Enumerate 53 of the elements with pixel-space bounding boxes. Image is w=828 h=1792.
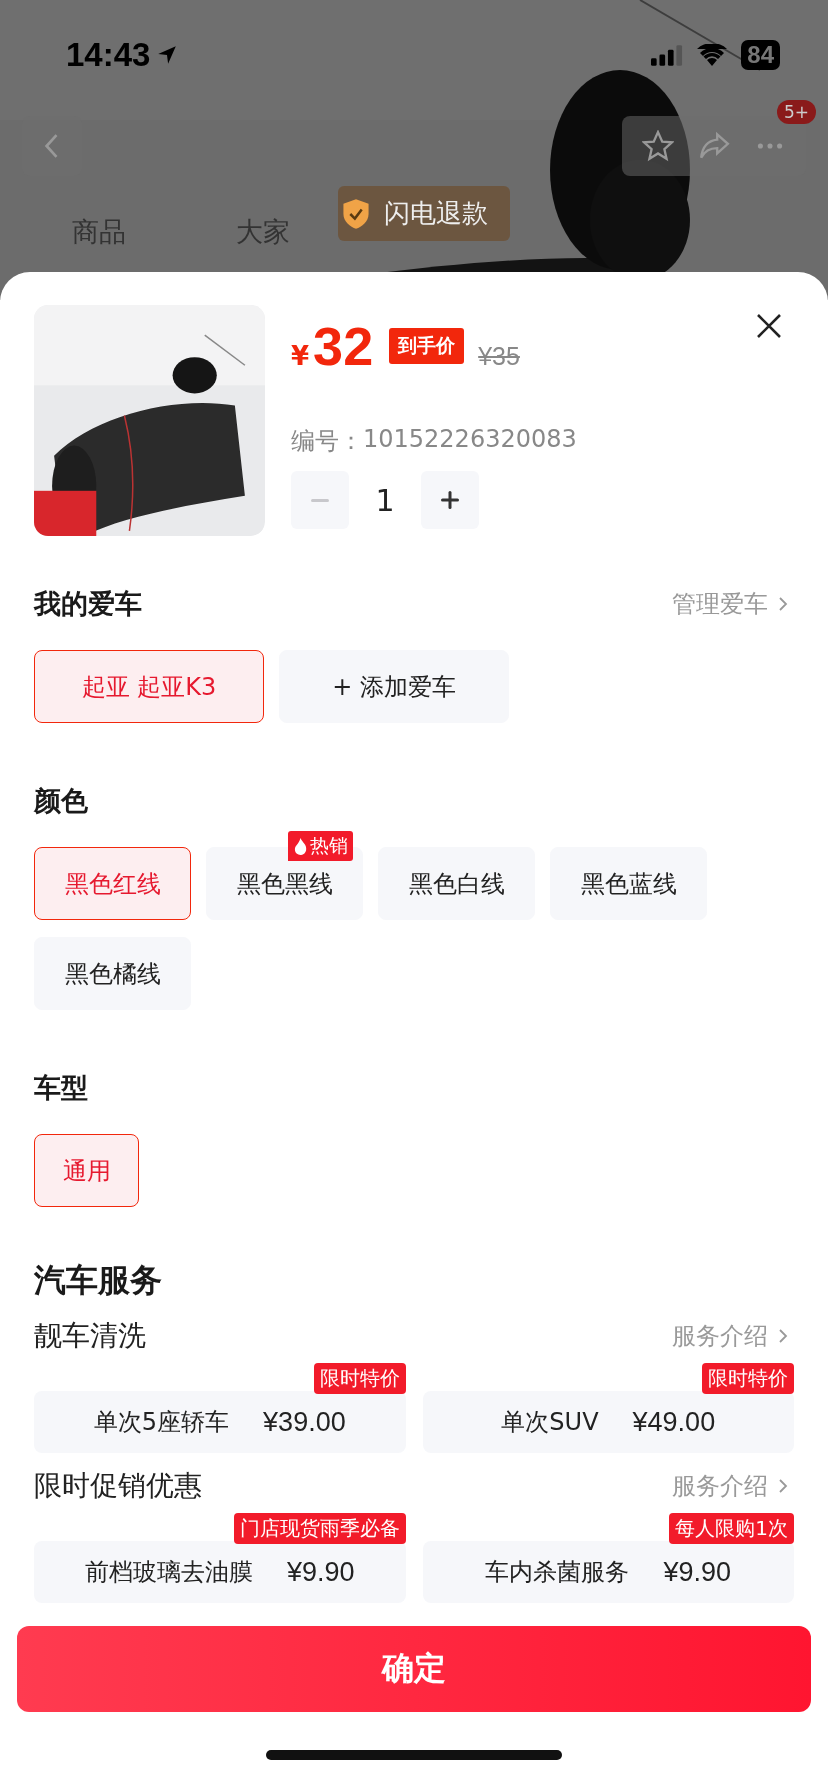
currency-symbol: ¥ xyxy=(291,341,310,371)
price: 32 xyxy=(313,315,374,377)
service-price: ¥9.90 xyxy=(286,1556,355,1588)
service-name: 单次SUV xyxy=(501,1407,599,1438)
close-icon[interactable] xyxy=(756,313,782,339)
color-option[interactable]: 黑色红线 xyxy=(34,847,191,920)
battery-indicator: 84 xyxy=(741,40,780,70)
wifi-icon xyxy=(697,44,728,66)
chevron-right-icon xyxy=(778,1328,788,1344)
service-name: 车内杀菌服务 xyxy=(485,1557,630,1588)
section-title: 我的爱车 xyxy=(34,587,143,621)
section-title: 车型 xyxy=(34,1071,89,1105)
original-price: ¥35 xyxy=(478,342,520,371)
service-name: 单次5座轿车 xyxy=(93,1407,230,1438)
chevron-right-icon xyxy=(778,596,788,612)
service-price: ¥39.00 xyxy=(263,1406,346,1438)
model-option[interactable]: 通用 xyxy=(34,1134,139,1207)
sku-label: 编号： xyxy=(291,426,363,457)
toast-text: 闪电退款 xyxy=(384,197,488,230)
promo-tag: 限时特价 xyxy=(702,1363,794,1394)
service-group-title: 限时促销优惠 xyxy=(34,1468,203,1504)
service-price: ¥49.00 xyxy=(632,1406,716,1438)
color-option[interactable]: 黑色蓝线 xyxy=(550,847,707,920)
shield-check-icon xyxy=(342,197,370,230)
car-option[interactable]: 起亚 起亚K3 xyxy=(34,650,264,723)
promo-tag: 门店现货雨季必备 xyxy=(233,1513,406,1544)
plus-icon xyxy=(440,490,460,510)
sku-number: 10152226320083 xyxy=(363,425,577,455)
section-title: 颜色 xyxy=(34,784,89,818)
service-card[interactable]: 单次5座轿车 ¥39.00 xyxy=(34,1391,406,1453)
section-title: 汽车服务 xyxy=(34,1260,163,1301)
promo-tag: 限时特价 xyxy=(313,1363,406,1394)
location-arrow-icon xyxy=(156,44,179,66)
minus-icon xyxy=(310,498,330,502)
chevron-right-icon xyxy=(778,1478,788,1494)
promo-tag: 每人限购1次 xyxy=(669,1513,794,1544)
service-price: ¥9.90 xyxy=(663,1556,732,1588)
service-card[interactable]: 车内杀菌服务 ¥9.90 xyxy=(422,1541,794,1603)
color-option[interactable]: 黑色白线 xyxy=(378,847,535,920)
signal-icon xyxy=(651,44,684,66)
quantity-value: 1 xyxy=(374,482,396,518)
confirm-button[interactable]: 确定 xyxy=(17,1626,811,1712)
service-card[interactable]: 单次SUV ¥49.00 xyxy=(422,1391,794,1453)
decrease-button[interactable] xyxy=(291,471,349,529)
service-name: 前档玻璃去油膜 xyxy=(84,1557,253,1588)
star-icon[interactable] xyxy=(642,130,674,162)
add-car-button[interactable]: + 添加爱车 xyxy=(279,650,509,723)
status-time: 14:43 xyxy=(66,36,151,74)
service-group-title: 靓车清洗 xyxy=(34,1318,147,1354)
service-card[interactable]: 前档玻璃去油膜 ¥9.90 xyxy=(34,1541,406,1603)
color-option[interactable]: 黑色橘线 xyxy=(34,937,191,1010)
increase-button[interactable] xyxy=(421,471,479,529)
price-tag: 到手价 xyxy=(389,328,465,364)
